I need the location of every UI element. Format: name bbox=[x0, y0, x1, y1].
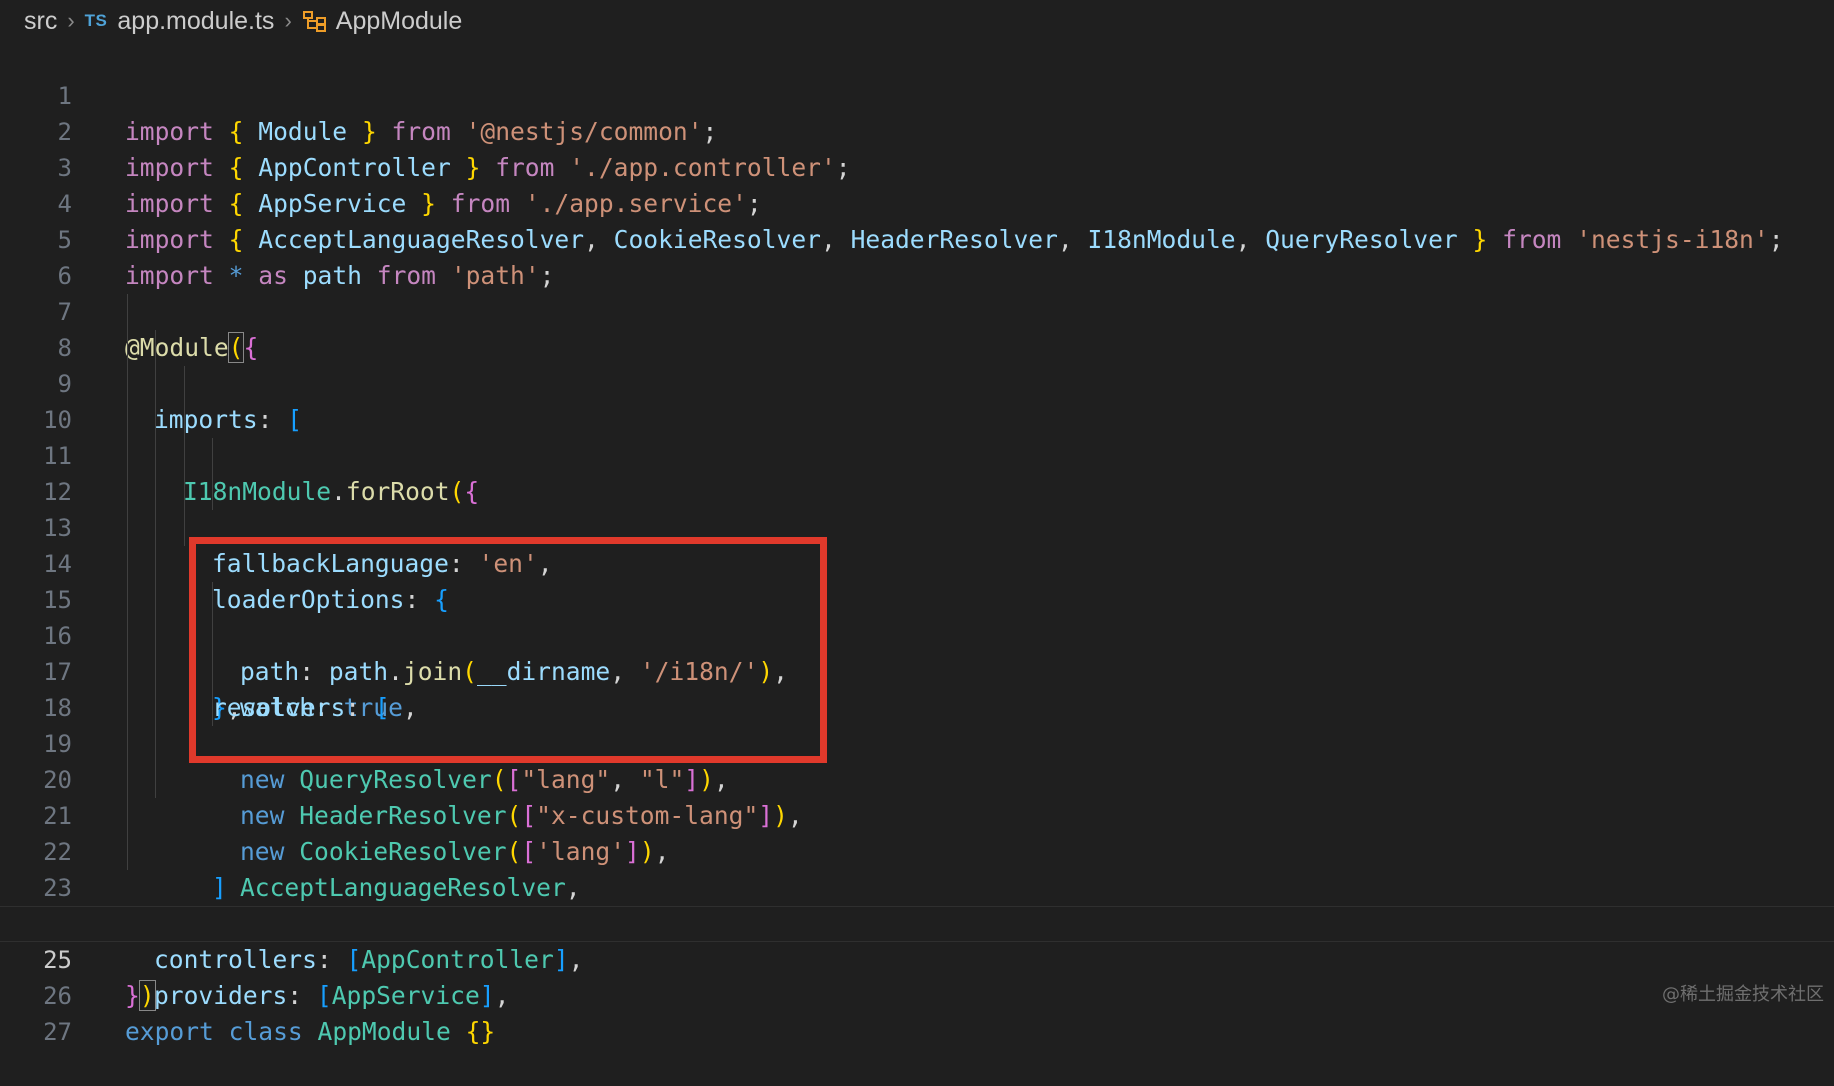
code-line-8: 8 imports: [ bbox=[0, 294, 1834, 434]
code-line-5: 5 import * as path from 'path'; bbox=[0, 186, 1834, 290]
indent-guide bbox=[184, 510, 185, 546]
indent-guide bbox=[155, 726, 156, 762]
breadcrumb: src › TS app.module.ts › AppModule bbox=[0, 0, 1834, 42]
code-editor[interactable]: 1 import { Module } from '@nestjs/common… bbox=[0, 42, 1834, 1046]
code-line-20: 20 ] bbox=[0, 726, 1834, 902]
indent-guide bbox=[212, 474, 213, 510]
chevron-right-icon: › bbox=[284, 8, 292, 33]
code-line-13: 13 watch: true, bbox=[0, 474, 1834, 722]
code-line-11: 11 loaderOptions: { bbox=[0, 402, 1834, 614]
breadcrumb-symbol[interactable]: AppModule bbox=[336, 7, 462, 36]
indent-guide bbox=[127, 798, 128, 834]
line-number: 27 bbox=[43, 1018, 72, 1046]
indent-guide bbox=[127, 366, 128, 402]
code-line-24: 24 providers: [AppService], bbox=[0, 870, 1834, 1010]
indent-guide bbox=[155, 690, 156, 726]
indent-guide bbox=[127, 474, 128, 510]
indent-guide bbox=[155, 546, 156, 582]
indent-guide bbox=[127, 546, 128, 582]
code-line-27: 27 bbox=[0, 978, 1834, 1046]
code-line-9: 9 I18nModule.forRoot({ bbox=[0, 330, 1834, 506]
code-line-17: 17 new HeaderResolver(["x-custom-lang"])… bbox=[0, 618, 1834, 830]
code-line-4: 4 import { AcceptLanguageResolver, Cooki… bbox=[0, 150, 1834, 254]
code-line-19: 19 AcceptLanguageResolver, bbox=[0, 690, 1834, 902]
indent-guide bbox=[155, 618, 156, 654]
code-line-7: 7 @Module({ bbox=[0, 258, 1834, 363]
code-line-21: 21 }), bbox=[0, 762, 1834, 938]
indent-guide bbox=[155, 654, 156, 690]
chevron-right-icon: › bbox=[67, 8, 75, 33]
breadcrumb-file[interactable]: app.module.ts bbox=[117, 7, 274, 36]
code-line-26: 26 export class AppModule {} bbox=[0, 942, 1834, 1046]
indent-guide bbox=[184, 402, 185, 438]
indent-guide bbox=[127, 654, 128, 690]
indent-guide bbox=[127, 582, 128, 618]
indent-guide bbox=[212, 618, 213, 654]
code-line-18: 18 new CookieResolver(['lang']), bbox=[0, 654, 1834, 866]
code-line-6: 6 bbox=[0, 222, 1834, 290]
code-line-16: 16 new QueryResolver(["lang", "l"]), bbox=[0, 582, 1834, 794]
indent-guide bbox=[155, 330, 156, 366]
indent-guide bbox=[155, 762, 156, 798]
indent-guide bbox=[184, 438, 185, 474]
indent-guide bbox=[155, 366, 156, 402]
indent-guide bbox=[212, 438, 213, 474]
indent-guide bbox=[155, 438, 156, 474]
indent-guide bbox=[127, 294, 128, 330]
code-line-12: 12 path: path.join(__dirname, '/i18n/'), bbox=[0, 438, 1834, 686]
indent-guide bbox=[212, 582, 213, 618]
code-line-23: 23 controllers: [AppController], bbox=[0, 834, 1834, 974]
indent-guide bbox=[127, 618, 128, 654]
indent-guide bbox=[127, 330, 128, 366]
code-line-2: 2 import { AppController } from './app.c… bbox=[0, 78, 1834, 182]
indent-guide bbox=[127, 402, 128, 438]
code-line-14: 14 }, bbox=[0, 510, 1834, 722]
code-line-3: 3 import { AppService } from './app.serv… bbox=[0, 114, 1834, 218]
indent-guide bbox=[127, 438, 128, 474]
class-symbol-icon bbox=[302, 10, 328, 32]
indent-guide bbox=[212, 690, 213, 726]
code-line-25: 25 }) bbox=[0, 906, 1834, 1011]
indent-guide bbox=[127, 762, 128, 798]
indent-guide bbox=[127, 726, 128, 762]
indent-guide bbox=[155, 402, 156, 438]
indent-guide bbox=[155, 510, 156, 546]
breadcrumb-folder[interactable]: src bbox=[24, 7, 57, 36]
indent-guide bbox=[127, 510, 128, 546]
code-text: export class AppModule {} bbox=[125, 1017, 496, 1046]
indent-guide bbox=[184, 366, 185, 402]
code-line-1: 1 import { Module } from '@nestjs/common… bbox=[0, 42, 1834, 146]
indent-guide bbox=[155, 474, 156, 510]
code-line-15: 15 resolvers: [ bbox=[0, 546, 1834, 722]
code-line-22: 22 ], bbox=[0, 798, 1834, 938]
indent-guide bbox=[184, 474, 185, 510]
indent-guide bbox=[212, 654, 213, 690]
indent-guide bbox=[127, 690, 128, 726]
typescript-file-icon: TS bbox=[84, 11, 108, 30]
indent-guide bbox=[127, 834, 128, 870]
watermark: @稀土掘金技术社区 bbox=[1662, 984, 1824, 1005]
indent-guide bbox=[155, 582, 156, 618]
code-line-10: 10 fallbackLanguage: 'en', bbox=[0, 366, 1834, 578]
